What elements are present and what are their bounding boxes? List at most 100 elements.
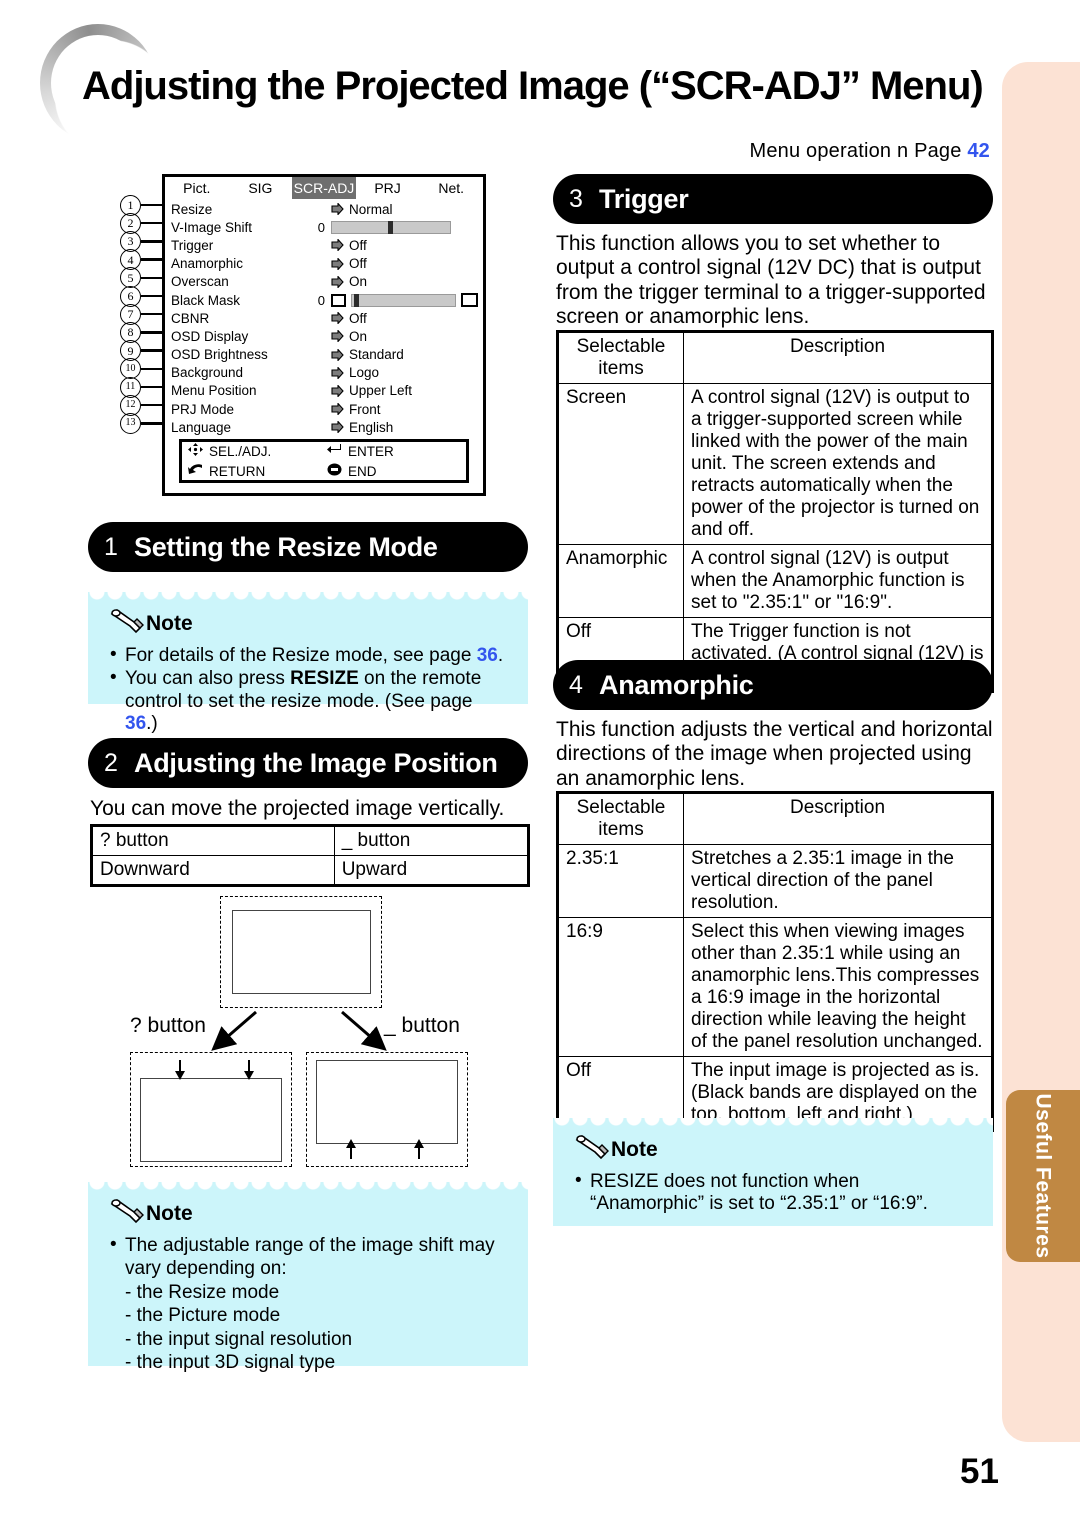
osd-row-prj-mode[interactable]: PRJ Mode Front (165, 400, 483, 418)
osd-row-value-number: 0 (317, 219, 325, 235)
right-arrow-icon (331, 348, 344, 361)
osd-row-label: Resize (171, 201, 213, 217)
osd-row-language[interactable]: Language English (165, 418, 483, 436)
osd-tab-scr-adj[interactable]: SCR-ADJ (292, 177, 356, 199)
table-row: Selectable items Description (557, 330, 993, 385)
v-image-shift-slider[interactable] (331, 220, 451, 234)
chapter-side-tab-label: Useful Features (1032, 1093, 1056, 1259)
table-cell: A control signal (12V) is output when th… (683, 544, 993, 619)
section-2-number: 2 (104, 748, 118, 777)
menu-operation-reference: Menu operation n Page 42 (600, 140, 990, 163)
osd-tab-prj[interactable]: PRJ (356, 177, 420, 199)
black-mask-slider[interactable] (351, 293, 456, 307)
table-cell: 16:9 (557, 917, 684, 1058)
right-arrow-icon (331, 257, 344, 270)
note-list: RESIZE does not function when “Anamorphi… (575, 1170, 975, 1216)
diagram-image-top (232, 910, 371, 994)
osd-row-black-mask[interactable]: Black Mask 0 (165, 291, 483, 309)
note-item-text: You can also press (125, 668, 291, 690)
osd-row-value: Logo (331, 365, 379, 380)
menu-operation-text: Menu operation n Page (749, 140, 968, 162)
osd-row-osd-display[interactable]: OSD Display On (165, 327, 483, 345)
osd-row-value-text: Off (349, 256, 367, 272)
end-button-icon (327, 463, 342, 479)
osd-callout-5: 5 (120, 267, 165, 289)
note-label: Note (146, 1201, 193, 1225)
note-item-text-end: .) (146, 713, 158, 735)
osd-row-osd-brightness[interactable]: OSD Brightness Standard (165, 346, 483, 364)
up-arrow-icon (414, 1139, 424, 1159)
osd-row-background[interactable]: Background Logo (165, 364, 483, 382)
section-4-number: 4 (569, 670, 583, 699)
osd-tab-bar: Pict. SIG SCR-ADJ PRJ Net. (165, 177, 483, 200)
section-3-number: 3 (569, 184, 583, 213)
anamorphic-options-table: Selectable items Description 2.35:1 Stre… (556, 791, 994, 1133)
table-header-cell: Description (683, 791, 993, 846)
osd-callout-10: 10 (120, 358, 165, 380)
section-4-description: This function adjusts the vertical and h… (556, 718, 993, 790)
table-cell: Screen (557, 383, 684, 546)
osd-row-label: Anamorphic (171, 256, 244, 272)
osd-tab-sig[interactable]: SIG (229, 177, 293, 199)
osd-row-v-image-shift[interactable]: V-Image Shift 0 (165, 218, 483, 236)
osd-row-cbnr[interactable]: CBNR Off (165, 309, 483, 327)
osd-row-label: Background (171, 365, 244, 381)
osd-row-label: Black Mask (171, 292, 241, 308)
resize-key-name: RESIZE (290, 668, 359, 690)
osd-row-resize[interactable]: Resize Normal (165, 200, 483, 218)
note-item-sub: - the Resize mode (125, 1281, 280, 1303)
right-arrow-icon (331, 366, 344, 379)
note-box-image-shift: Note The adjustable range of the image s… (88, 1182, 528, 1373)
osd-tab-pict[interactable]: Pict. (165, 177, 229, 199)
section-2-title: Adjusting the Image Position (134, 747, 498, 778)
osd-row-label: V-Image Shift (171, 219, 253, 235)
pencil-icon (110, 1198, 144, 1229)
osd-row-trigger[interactable]: Trigger Off (165, 236, 483, 254)
section-1-header: 1 Setting the Resize Mode (88, 522, 528, 572)
table-cell: A control signal (12V) is output to a tr… (683, 383, 993, 546)
table-cell: Anamorphic (557, 544, 684, 619)
table-header-cell: Selectable items (557, 791, 684, 846)
osd-footer-end: END (327, 461, 466, 481)
table-header-cell: ? button (91, 824, 335, 857)
right-arrow-icon (331, 275, 344, 288)
diagram-right-label: _ button (384, 1014, 460, 1037)
osd-row-anamorphic[interactable]: Anamorphic Off (165, 255, 483, 273)
right-arrow-icon (331, 384, 344, 397)
note-item: RESIZE does not function when “Anamorphi… (575, 1170, 975, 1216)
osd-row-value (331, 293, 478, 308)
osd-footer-sel-adj: SEL./ADJ. (188, 441, 327, 461)
down-arrow-icon (244, 1060, 254, 1080)
osd-row-label: OSD Display (171, 328, 249, 344)
page-link: 36 (476, 645, 498, 666)
osd-row-value-text: On (349, 328, 368, 344)
osd-row-label: Trigger (171, 237, 214, 253)
osd-row-value-text: Logo (349, 365, 380, 381)
osd-callout-8: 8 (120, 321, 165, 343)
note-item-sub: - the input 3D signal type (125, 1352, 336, 1374)
osd-callout-7: 7 (120, 303, 165, 325)
osd-tab-net[interactable]: Net. (419, 177, 483, 199)
osd-row-list: Resize Normal V-Image Shift 0 Trigger Off Anam… (165, 200, 483, 436)
osd-row-value: Off (331, 311, 367, 326)
osd-row-label: CBNR (171, 310, 210, 326)
right-arrow-icon (331, 421, 344, 434)
osd-row-value: Off (331, 238, 367, 253)
note-list: The adjustable range of the image shift … (110, 1234, 510, 1374)
section-3-header: 3 Trigger (553, 174, 993, 224)
osd-footer-label: END (348, 463, 377, 479)
table-cell: Select this when viewing images other th… (683, 917, 993, 1058)
osd-row-value-text: Standard (349, 347, 404, 363)
osd-row-menu-position[interactable]: Menu Position Upper Left (165, 382, 483, 400)
osd-row-value: Normal (331, 202, 393, 217)
right-arrow-icon (331, 312, 344, 325)
section-2-intro: You can move the projected image vertica… (90, 797, 505, 820)
osd-row-overscan[interactable]: Overscan On (165, 273, 483, 291)
page-number: 51 (960, 1452, 999, 1491)
osd-footer-label: RETURN (209, 463, 266, 479)
osd-footer-legend: SEL./ADJ. ENTER RETURN END (179, 439, 469, 483)
note-heading: Note (575, 1134, 975, 1165)
black-mask-left-box (331, 293, 346, 307)
osd-row-value: On (331, 329, 367, 344)
table-header-cell: Selectable items (557, 330, 684, 385)
